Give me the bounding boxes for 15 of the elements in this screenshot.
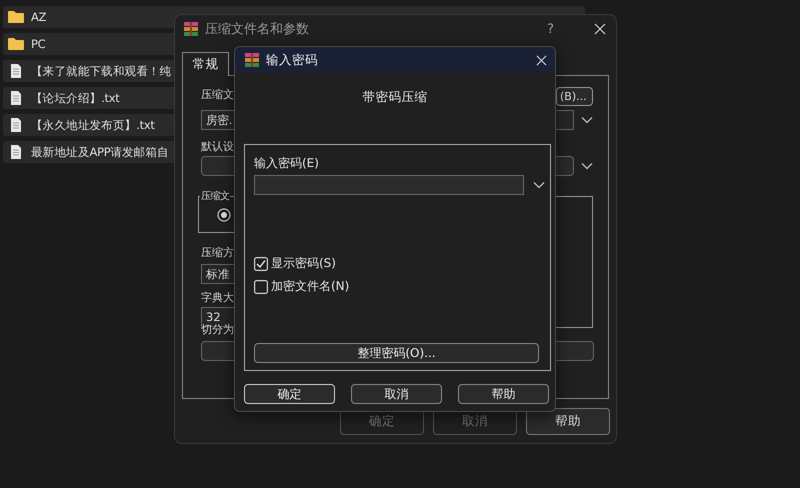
field-label: 字典大	[201, 290, 234, 305]
window-title: 输入密码	[266, 52, 318, 68]
file-name: PC	[31, 37, 46, 51]
file-name: 【来了就能下载和观看！纯	[31, 64, 172, 78]
field-label: 压缩文	[201, 87, 234, 102]
group-label: 压缩文	[200, 189, 230, 203]
dialog-heading: 带密码压缩	[362, 89, 428, 106]
file-name: 最新地址及APP请发邮箱自	[31, 144, 169, 160]
file-name: AZ	[31, 10, 46, 24]
field-label: 切分为	[201, 322, 234, 337]
field-label: 输入密码(E)	[254, 155, 319, 172]
field-label: 默认设	[201, 139, 234, 154]
field-label: 压缩方	[201, 245, 234, 260]
file-name: 【论坛介绍】.txt	[31, 90, 120, 106]
file-name: 【永久地址发布页】.txt	[31, 118, 155, 132]
